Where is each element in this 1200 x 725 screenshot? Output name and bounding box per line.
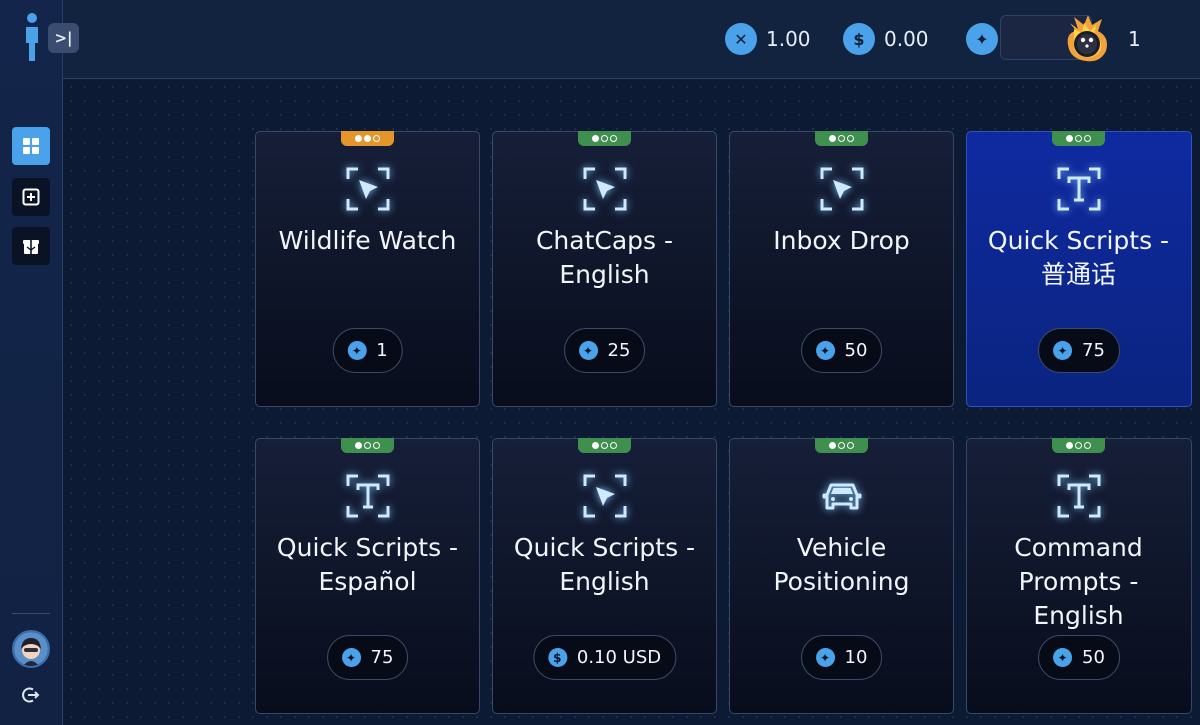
task-card-chatcaps-english[interactable]: ChatCaps - English ✦ 25 xyxy=(492,131,717,407)
task-title: Quick Scripts - 普通话 xyxy=(987,226,1170,289)
reward-value: 10 xyxy=(844,647,868,668)
sidebar-item-rewards[interactable] xyxy=(12,227,50,265)
gift-box-icon xyxy=(23,240,39,254)
car-icon xyxy=(822,483,862,510)
task-title: Command Prompts - English xyxy=(1014,533,1143,630)
task-card-quick-scripts-english[interactable]: Quick Scripts - English $ 0.10 USD xyxy=(492,438,717,714)
balance-value: 0.00 xyxy=(884,27,929,51)
reward-value: 25 xyxy=(607,340,631,361)
level-tab xyxy=(578,131,631,146)
task-title: ChatCaps - English xyxy=(535,226,674,289)
sparkle-token-icon: ✦ xyxy=(966,23,998,55)
streak-value: 1 xyxy=(1128,27,1141,51)
reward-value: 75 xyxy=(370,647,394,668)
task-reward: ✦ 50 xyxy=(800,328,883,373)
x-circle-icon: ✕ xyxy=(725,23,757,55)
task-reward: ✦ 1 xyxy=(332,328,403,373)
task-card-command-prompts-english[interactable]: Command Prompts - English ✦ 50 xyxy=(966,438,1192,714)
dollar-coin-icon: $ xyxy=(843,23,875,55)
sparkle-token-icon: ✦ xyxy=(341,648,361,667)
task-title: Quick Scripts - Español xyxy=(276,533,459,596)
task-title: Quick Scripts - English xyxy=(513,533,696,596)
flaming-bomb-icon xyxy=(1067,15,1107,62)
sparkle-token-icon: ✦ xyxy=(815,341,835,360)
task-card-vehicle-positioning[interactable]: Vehicle Positioning ✦ 10 xyxy=(729,438,954,714)
sparkle-token-icon: ✦ xyxy=(815,648,835,667)
sparkle-token-icon: ✦ xyxy=(1053,341,1073,360)
task-card-quick-scripts-mandarin[interactable]: Quick Scripts - 普通话 ✦ 75 xyxy=(966,131,1192,407)
reward-value: 0.10 USD xyxy=(576,647,662,668)
task-card-quick-scripts-spanish[interactable]: Quick Scripts - Español ✦ 75 xyxy=(255,438,480,714)
level-tab xyxy=(1052,131,1105,146)
task-reward: ✦ 25 xyxy=(563,328,646,373)
add-task-icon xyxy=(22,188,40,206)
avatar[interactable] xyxy=(12,630,50,668)
level-tab xyxy=(341,131,394,146)
level-tab xyxy=(578,438,631,453)
task-reward: ✦ 10 xyxy=(800,635,883,680)
sidebar-collapse-button[interactable]: >| xyxy=(48,23,79,53)
sidebar-item-add-task[interactable] xyxy=(12,178,50,216)
user-avatar-icon xyxy=(14,632,48,666)
cursor-select-icon xyxy=(583,167,627,211)
multiplier-value: 1.00 xyxy=(766,27,811,51)
reward-value: 50 xyxy=(1082,647,1105,668)
level-tab xyxy=(1052,438,1105,453)
sparkle-token-icon: ✦ xyxy=(347,341,367,360)
level-tab xyxy=(341,438,394,453)
sparkle-token-icon: ✦ xyxy=(1053,648,1073,667)
reward-value: 75 xyxy=(1082,340,1105,361)
sidebar xyxy=(0,0,63,725)
task-card-wildlife-watch[interactable]: Wildlife Watch ✦ 1 xyxy=(255,131,480,407)
task-reward: ✦ 75 xyxy=(326,635,409,680)
sparkle-token-icon: ✦ xyxy=(578,341,598,360)
task-reward: $ 0.10 USD xyxy=(532,635,677,680)
balance-stat: $ 0.00 xyxy=(843,22,929,56)
reward-value: 50 xyxy=(844,340,868,361)
task-reward: ✦ 50 xyxy=(1038,635,1120,680)
multiplier-stat: ✕ 1.00 xyxy=(725,22,811,56)
task-title: Vehicle Positioning xyxy=(773,533,910,596)
task-title: Wildlife Watch xyxy=(278,226,457,255)
cursor-select-icon xyxy=(583,474,627,518)
level-tab xyxy=(815,438,868,453)
cursor-select-icon xyxy=(346,167,390,211)
sidebar-divider xyxy=(12,613,50,614)
text-select-icon xyxy=(346,474,390,518)
sidebar-item-dashboard[interactable] xyxy=(12,127,50,165)
dollar-coin-icon: $ xyxy=(547,648,567,667)
text-select-icon xyxy=(1057,474,1101,518)
reward-value: 1 xyxy=(376,340,388,361)
task-card-inbox-drop[interactable]: Inbox Drop ✦ 50 xyxy=(729,131,954,407)
text-select-icon xyxy=(1057,167,1101,211)
level-tab xyxy=(815,131,868,146)
expand-sidebar-icon: >| xyxy=(54,29,73,47)
task-title: Inbox Drop xyxy=(773,226,910,255)
grid-icon xyxy=(23,138,39,154)
person-logo-icon[interactable] xyxy=(22,13,42,61)
logout-icon[interactable] xyxy=(21,685,41,705)
task-reward: ✦ 75 xyxy=(1038,328,1120,373)
cursor-select-icon xyxy=(820,167,864,211)
